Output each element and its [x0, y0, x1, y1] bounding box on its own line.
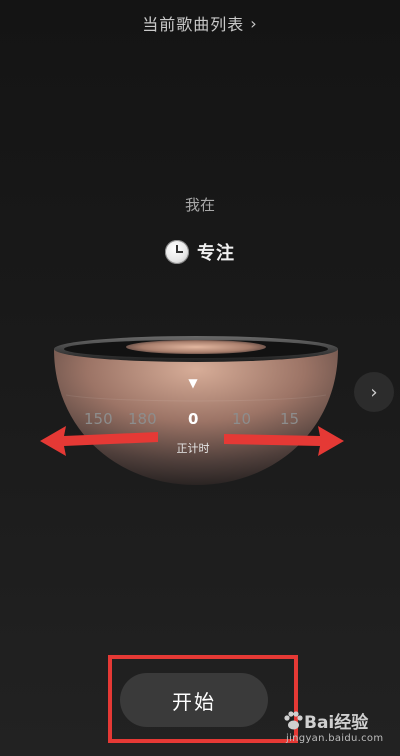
next-mode-button[interactable]: ›	[354, 372, 394, 412]
clock-icon	[165, 240, 189, 264]
song-list-title: 当前歌曲列表	[142, 15, 245, 34]
watermark: Bai经验 jingyan.baidu.com	[282, 708, 398, 754]
watermark-brand: Bai经验	[304, 713, 369, 733]
mode-prompt: 我在	[184, 196, 215, 214]
right-arrow-icon	[224, 426, 344, 456]
song-list-link[interactable]: 当前歌曲列表 ›	[0, 8, 400, 38]
dial-number-active: 0	[188, 410, 199, 428]
watermark-url: jingyan.baidu.com	[286, 733, 384, 744]
paw-icon	[284, 711, 303, 730]
chevron-right-icon: ›	[370, 381, 378, 403]
dial-pointer-icon: ▼	[188, 376, 198, 390]
mode-name: 专注	[197, 243, 235, 264]
chevron-right-icon: ›	[250, 13, 258, 33]
mode-selector[interactable]: 专注	[0, 237, 400, 267]
start-button[interactable]: 开始	[120, 673, 268, 727]
left-arrow-icon	[40, 426, 158, 456]
